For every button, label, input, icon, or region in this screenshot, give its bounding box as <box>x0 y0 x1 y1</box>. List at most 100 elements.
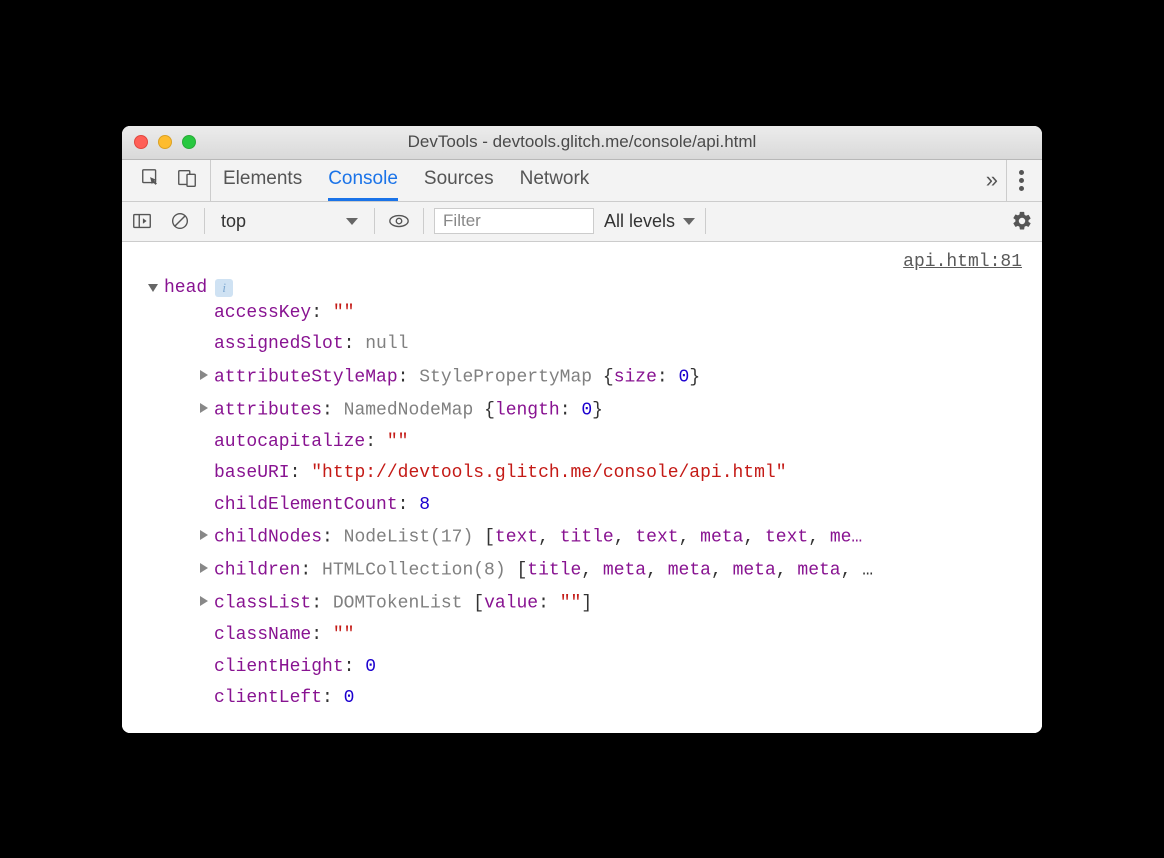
property-value-segment: meta <box>668 561 711 581</box>
property-value-segment: NamedNodeMap <box>344 400 484 420</box>
property-value-segment: , <box>646 561 668 581</box>
property-value-segment: text <box>765 528 808 548</box>
property-row[interactable]: clientHeight: 0 <box>200 652 1028 684</box>
object-header[interactable]: head i <box>148 278 1028 298</box>
execution-context-label: top <box>221 211 246 232</box>
property-key: childNodes <box>214 528 322 548</box>
property-value-segment: title <box>560 528 614 548</box>
property-value-segment: ] <box>581 594 592 614</box>
property-row[interactable]: autocapitalize: "" <box>200 427 1028 459</box>
property-value-segment: meta <box>733 561 776 581</box>
disclosure-triangle-right-icon[interactable] <box>200 596 208 606</box>
property-value-segment: , <box>743 528 765 548</box>
dropdown-caret-icon <box>346 218 358 225</box>
property-key: clientLeft <box>214 688 322 708</box>
property-value-segment: "" <box>333 625 355 645</box>
filter-input[interactable]: Filter <box>434 208 594 234</box>
property-key: attributeStyleMap <box>214 367 398 387</box>
disclosure-triangle-right-icon[interactable] <box>200 563 208 573</box>
source-link[interactable]: api.html:81 <box>136 252 1028 272</box>
property-value-segment: "" <box>333 303 355 323</box>
property-value-segment: meta <box>797 561 840 581</box>
property-row[interactable]: className: "" <box>200 620 1028 652</box>
property-key: autocapitalize <box>214 432 365 452</box>
execution-context-selector[interactable]: top <box>215 211 364 232</box>
property-value-segment: 0 <box>581 400 592 420</box>
property-row[interactable]: accessKey: "" <box>200 298 1028 330</box>
object-name: head <box>164 278 207 298</box>
property-value-segment: DOMTokenList <box>333 594 473 614</box>
property-value-segment: value <box>484 594 538 614</box>
disclosure-triangle-right-icon[interactable] <box>200 530 208 540</box>
property-value-segment: , <box>538 528 560 548</box>
property-value-segment: 0 <box>344 688 355 708</box>
property-value-segment: title <box>527 561 581 581</box>
property-value-segment: "" <box>387 432 409 452</box>
property-value-segment: , … <box>841 561 873 581</box>
console-toolbar: top Filter All levels <box>122 202 1042 242</box>
property-row[interactable]: attributes: NamedNodeMap {length: 0} <box>200 394 1028 427</box>
live-expression-icon[interactable] <box>385 207 413 235</box>
console-settings-icon[interactable] <box>1008 207 1036 235</box>
property-row[interactable]: baseURI: "http://devtools.glitch.me/cons… <box>200 458 1028 490</box>
property-value-segment: text <box>495 528 538 548</box>
property-value-segment: } <box>689 367 700 387</box>
property-value-segment: : <box>538 594 560 614</box>
property-row[interactable]: childElementCount: 8 <box>200 490 1028 522</box>
window-title: DevTools - devtools.glitch.me/console/ap… <box>122 132 1042 152</box>
property-key: accessKey <box>214 303 311 323</box>
tab-network[interactable]: Network <box>520 160 590 201</box>
window-close-button[interactable] <box>134 135 148 149</box>
property-key: clientHeight <box>214 657 344 677</box>
disclosure-triangle-down-icon[interactable] <box>148 284 158 292</box>
property-value-segment: length <box>495 400 560 420</box>
dropdown-caret-icon <box>683 218 695 225</box>
filter-placeholder: Filter <box>443 211 481 231</box>
disclosure-triangle-right-icon[interactable] <box>200 403 208 413</box>
device-toolbar-icon[interactable] <box>176 167 198 194</box>
inspect-element-icon[interactable] <box>140 167 162 194</box>
property-row[interactable]: assignedSlot: null <box>200 329 1028 361</box>
window-zoom-button[interactable] <box>182 135 196 149</box>
tab-console[interactable]: Console <box>328 160 398 201</box>
property-value-segment: , <box>614 528 636 548</box>
disclosure-triangle-right-icon[interactable] <box>200 370 208 380</box>
property-key: className <box>214 625 311 645</box>
window-minimize-button[interactable] <box>158 135 172 149</box>
property-row[interactable]: childNodes: NodeList(17) [text, title, t… <box>200 521 1028 554</box>
property-value-segment: meta <box>700 528 743 548</box>
property-value-segment: 0 <box>679 367 690 387</box>
property-value-segment: { <box>484 400 495 420</box>
property-value-segment: { <box>603 367 614 387</box>
toggle-sidebar-icon[interactable] <box>128 207 156 235</box>
title-bar: DevTools - devtools.glitch.me/console/ap… <box>122 126 1042 160</box>
property-row[interactable]: attributeStyleMap: StylePropertyMap {siz… <box>200 361 1028 394</box>
clear-console-icon[interactable] <box>166 207 194 235</box>
property-key: assignedSlot <box>214 334 344 354</box>
property-value-segment: size <box>614 367 657 387</box>
property-key: childElementCount <box>214 495 398 515</box>
property-value-segment: meta <box>603 561 646 581</box>
property-row[interactable]: clientLeft: 0 <box>200 683 1028 715</box>
property-value-segment: me… <box>830 528 862 548</box>
property-value-segment: "http://devtools.glitch.me/console/api.h… <box>311 463 786 483</box>
property-value-segment: null <box>365 334 408 354</box>
property-value-segment: , <box>711 561 733 581</box>
property-value-segment: "" <box>560 594 582 614</box>
property-value-segment: } <box>592 400 603 420</box>
tabs-overflow-button[interactable]: » <box>978 160 1006 201</box>
property-value-segment: text <box>635 528 678 548</box>
property-value-segment: HTMLCollection(8) <box>322 561 516 581</box>
property-value-segment: : <box>560 400 582 420</box>
log-level-selector[interactable]: All levels <box>604 211 695 232</box>
property-row[interactable]: classList: DOMTokenList [value: ""] <box>200 587 1028 620</box>
info-badge-icon[interactable]: i <box>215 279 233 297</box>
main-tabbar: Elements Console Sources Network » <box>122 160 1042 202</box>
tab-sources[interactable]: Sources <box>424 160 494 201</box>
property-row[interactable]: children: HTMLCollection(8) [title, meta… <box>200 554 1028 587</box>
property-value-segment: : <box>657 367 679 387</box>
property-value-segment: [ <box>516 561 527 581</box>
tab-elements[interactable]: Elements <box>223 160 302 201</box>
property-value-segment: StylePropertyMap <box>419 367 603 387</box>
settings-menu-button[interactable] <box>1019 170 1024 191</box>
